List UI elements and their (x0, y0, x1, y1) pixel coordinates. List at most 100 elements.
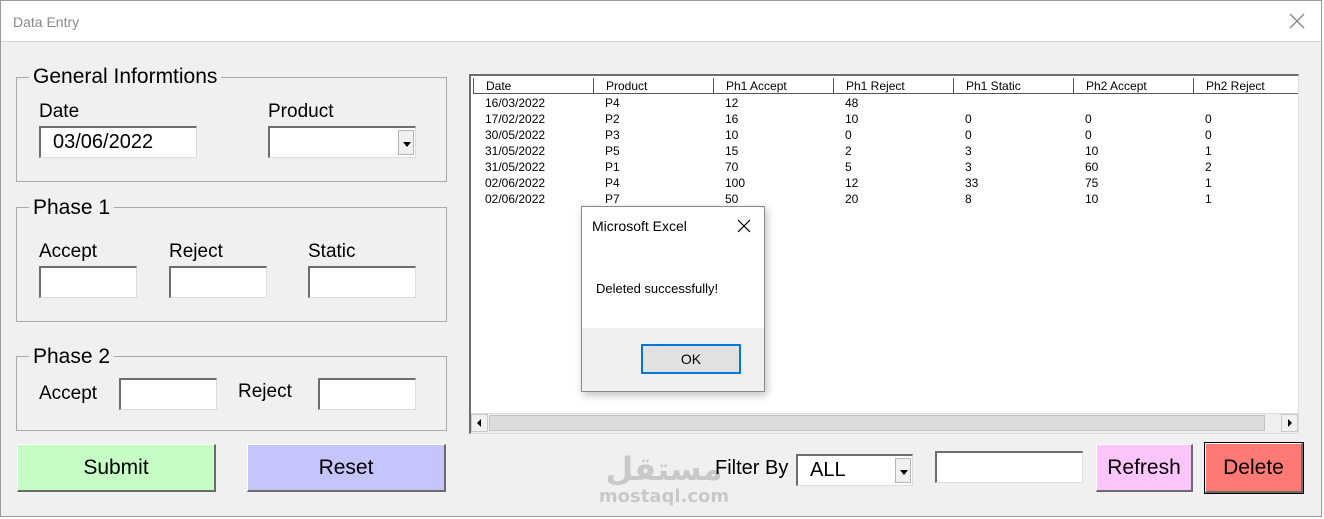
general-info-legend: General Informtions (29, 65, 222, 89)
cell-ph2-reject: 0 (1205, 112, 1212, 126)
cell-ph2-accept: 75 (1085, 176, 1099, 190)
cell-ph1-accept: 70 (725, 160, 739, 174)
col-header-ph2-reject: Ph2 Reject (1193, 78, 1298, 94)
cell-ph1-accept: 100 (725, 176, 746, 190)
cell-ph1-static: 3 (965, 160, 972, 174)
scroll-right-icon[interactable] (1281, 414, 1298, 432)
cell-ph1-static: 3 (965, 144, 972, 158)
cell-date: 31/05/2022 (485, 160, 546, 174)
horizontal-scrollbar[interactable] (471, 413, 1298, 433)
cell-ph1-reject: 12 (845, 176, 859, 190)
col-header-ph1-reject: Ph1 Reject (833, 78, 953, 94)
phase2-reject-label: Reject (238, 381, 292, 402)
phase1-static-input[interactable] (308, 266, 416, 298)
cell-ph1-accept: 50 (725, 192, 739, 206)
cell-ph2-reject: 1 (1205, 192, 1212, 206)
mostaql-watermark: مستقل mostaql.com (594, 451, 734, 513)
cell-product: P1 (605, 160, 620, 174)
product-dropdown-arrow-icon[interactable] (398, 130, 414, 155)
filter-selected-value: ALL (810, 459, 846, 481)
cell-date: 17/02/2022 (485, 112, 546, 126)
submit-button[interactable]: Submit (17, 444, 216, 492)
title-bar: Data Entry (1, 1, 1321, 42)
table-row[interactable]: 16/03/2022 P4 12 48 (471, 95, 1298, 111)
cell-date: 16/03/2022 (485, 96, 546, 110)
phase1-reject-label: Reject (169, 241, 223, 262)
cell-product: P4 (605, 96, 620, 110)
cell-ph2-reject: 1 (1205, 144, 1212, 158)
cell-ph1-accept: 15 (725, 144, 739, 158)
cell-ph2-accept: 10 (1085, 144, 1099, 158)
cell-ph1-reject: 2 (845, 144, 852, 158)
cell-date: 31/05/2022 (485, 144, 546, 158)
phase2-reject-input[interactable] (318, 378, 416, 410)
cell-ph2-reject: 0 (1205, 128, 1212, 142)
phase1-frame (16, 207, 447, 322)
cell-date: 30/05/2022 (485, 128, 546, 142)
cell-product: P3 (605, 128, 620, 142)
col-header-ph1-static: Ph1 Static (953, 78, 1073, 94)
scrollbar-thumb[interactable] (489, 415, 1265, 431)
reset-button[interactable]: Reset (247, 444, 446, 492)
table-row[interactable]: 17/02/2022 P2 16 10 0 0 0 (471, 111, 1298, 127)
cell-ph2-accept: 0 (1085, 128, 1092, 142)
cell-product: P7 (605, 192, 620, 206)
product-label: Product (268, 101, 334, 122)
product-combobox[interactable] (268, 126, 416, 158)
cell-product: P2 (605, 112, 620, 126)
phase1-accept-label: Accept (39, 241, 98, 262)
table-row[interactable]: 02/06/2022 P4 100 12 33 75 1 (471, 175, 1298, 191)
ok-button[interactable]: OK (641, 344, 741, 374)
table-row[interactable]: 02/06/2022 P7 50 20 8 10 1 (471, 191, 1298, 207)
phase1-reject-input[interactable] (169, 266, 267, 298)
phase1-legend: Phase 1 (29, 196, 115, 220)
phase2-legend: Phase 2 (29, 345, 115, 369)
cell-ph1-reject: 48 (845, 96, 859, 110)
col-header-date: Date (473, 78, 593, 94)
cell-product: P4 (605, 176, 620, 190)
dialog-close-icon[interactable] (736, 218, 752, 234)
cell-ph2-accept: 0 (1085, 112, 1092, 126)
cell-ph1-static: 0 (965, 128, 972, 142)
cell-ph1-static: 8 (965, 192, 972, 206)
filter-by-label: Filter By (715, 457, 789, 479)
cell-date: 02/06/2022 (485, 176, 546, 190)
phase1-accept-input[interactable] (39, 266, 137, 298)
delete-button[interactable]: Delete (1204, 442, 1304, 494)
data-entry-window: Data Entry General Informtions Date 03/0… (0, 0, 1322, 517)
cell-ph1-accept: 10 (725, 128, 739, 142)
phase2-accept-input[interactable] (119, 378, 217, 410)
scroll-left-icon[interactable] (471, 414, 488, 432)
close-icon[interactable] (1287, 11, 1307, 31)
cell-ph1-accept: 12 (725, 96, 739, 110)
filter-combobox[interactable]: ALL (796, 454, 913, 486)
cell-ph1-reject: 20 (845, 192, 859, 206)
cell-ph1-static: 0 (965, 112, 972, 126)
phase2-accept-label: Accept (39, 383, 98, 404)
col-header-ph2-accept: Ph2 Accept (1073, 78, 1193, 94)
refresh-button[interactable]: Refresh (1096, 444, 1193, 492)
message-dialog: Microsoft Excel Deleted successfully! OK (581, 206, 765, 392)
phase1-static-label: Static (308, 241, 356, 262)
cell-ph2-reject: 1 (1205, 176, 1212, 190)
watermark-latin-text: mostaql.com (598, 486, 730, 507)
col-header-ph1-accept: Ph1 Accept (713, 78, 833, 94)
watermark-arabic-text: مستقل (605, 450, 723, 488)
cell-product: P5 (605, 144, 620, 158)
cell-ph2-reject: 2 (1205, 160, 1212, 174)
table-row[interactable]: 31/05/2022 P5 15 2 3 10 1 (471, 143, 1298, 159)
dialog-footer: OK (582, 328, 764, 391)
cell-ph1-reject: 0 (845, 128, 852, 142)
date-input[interactable]: 03/06/2022 (39, 126, 197, 158)
table-row[interactable]: 31/05/2022 P1 70 5 3 60 2 (471, 159, 1298, 175)
filter-dropdown-arrow-icon[interactable] (895, 458, 911, 483)
filter-search-input[interactable] (935, 451, 1083, 483)
dialog-title: Microsoft Excel (592, 218, 687, 234)
cell-ph1-reject: 10 (845, 112, 859, 126)
col-header-product: Product (593, 78, 713, 94)
cell-ph1-static: 33 (965, 176, 979, 190)
date-label: Date (39, 101, 80, 122)
listbox-header: Date Product Ph1 Accept Ph1 Reject Ph1 S… (471, 78, 1298, 94)
cell-ph1-reject: 5 (845, 160, 852, 174)
table-row[interactable]: 30/05/2022 P3 10 0 0 0 0 (471, 127, 1298, 143)
